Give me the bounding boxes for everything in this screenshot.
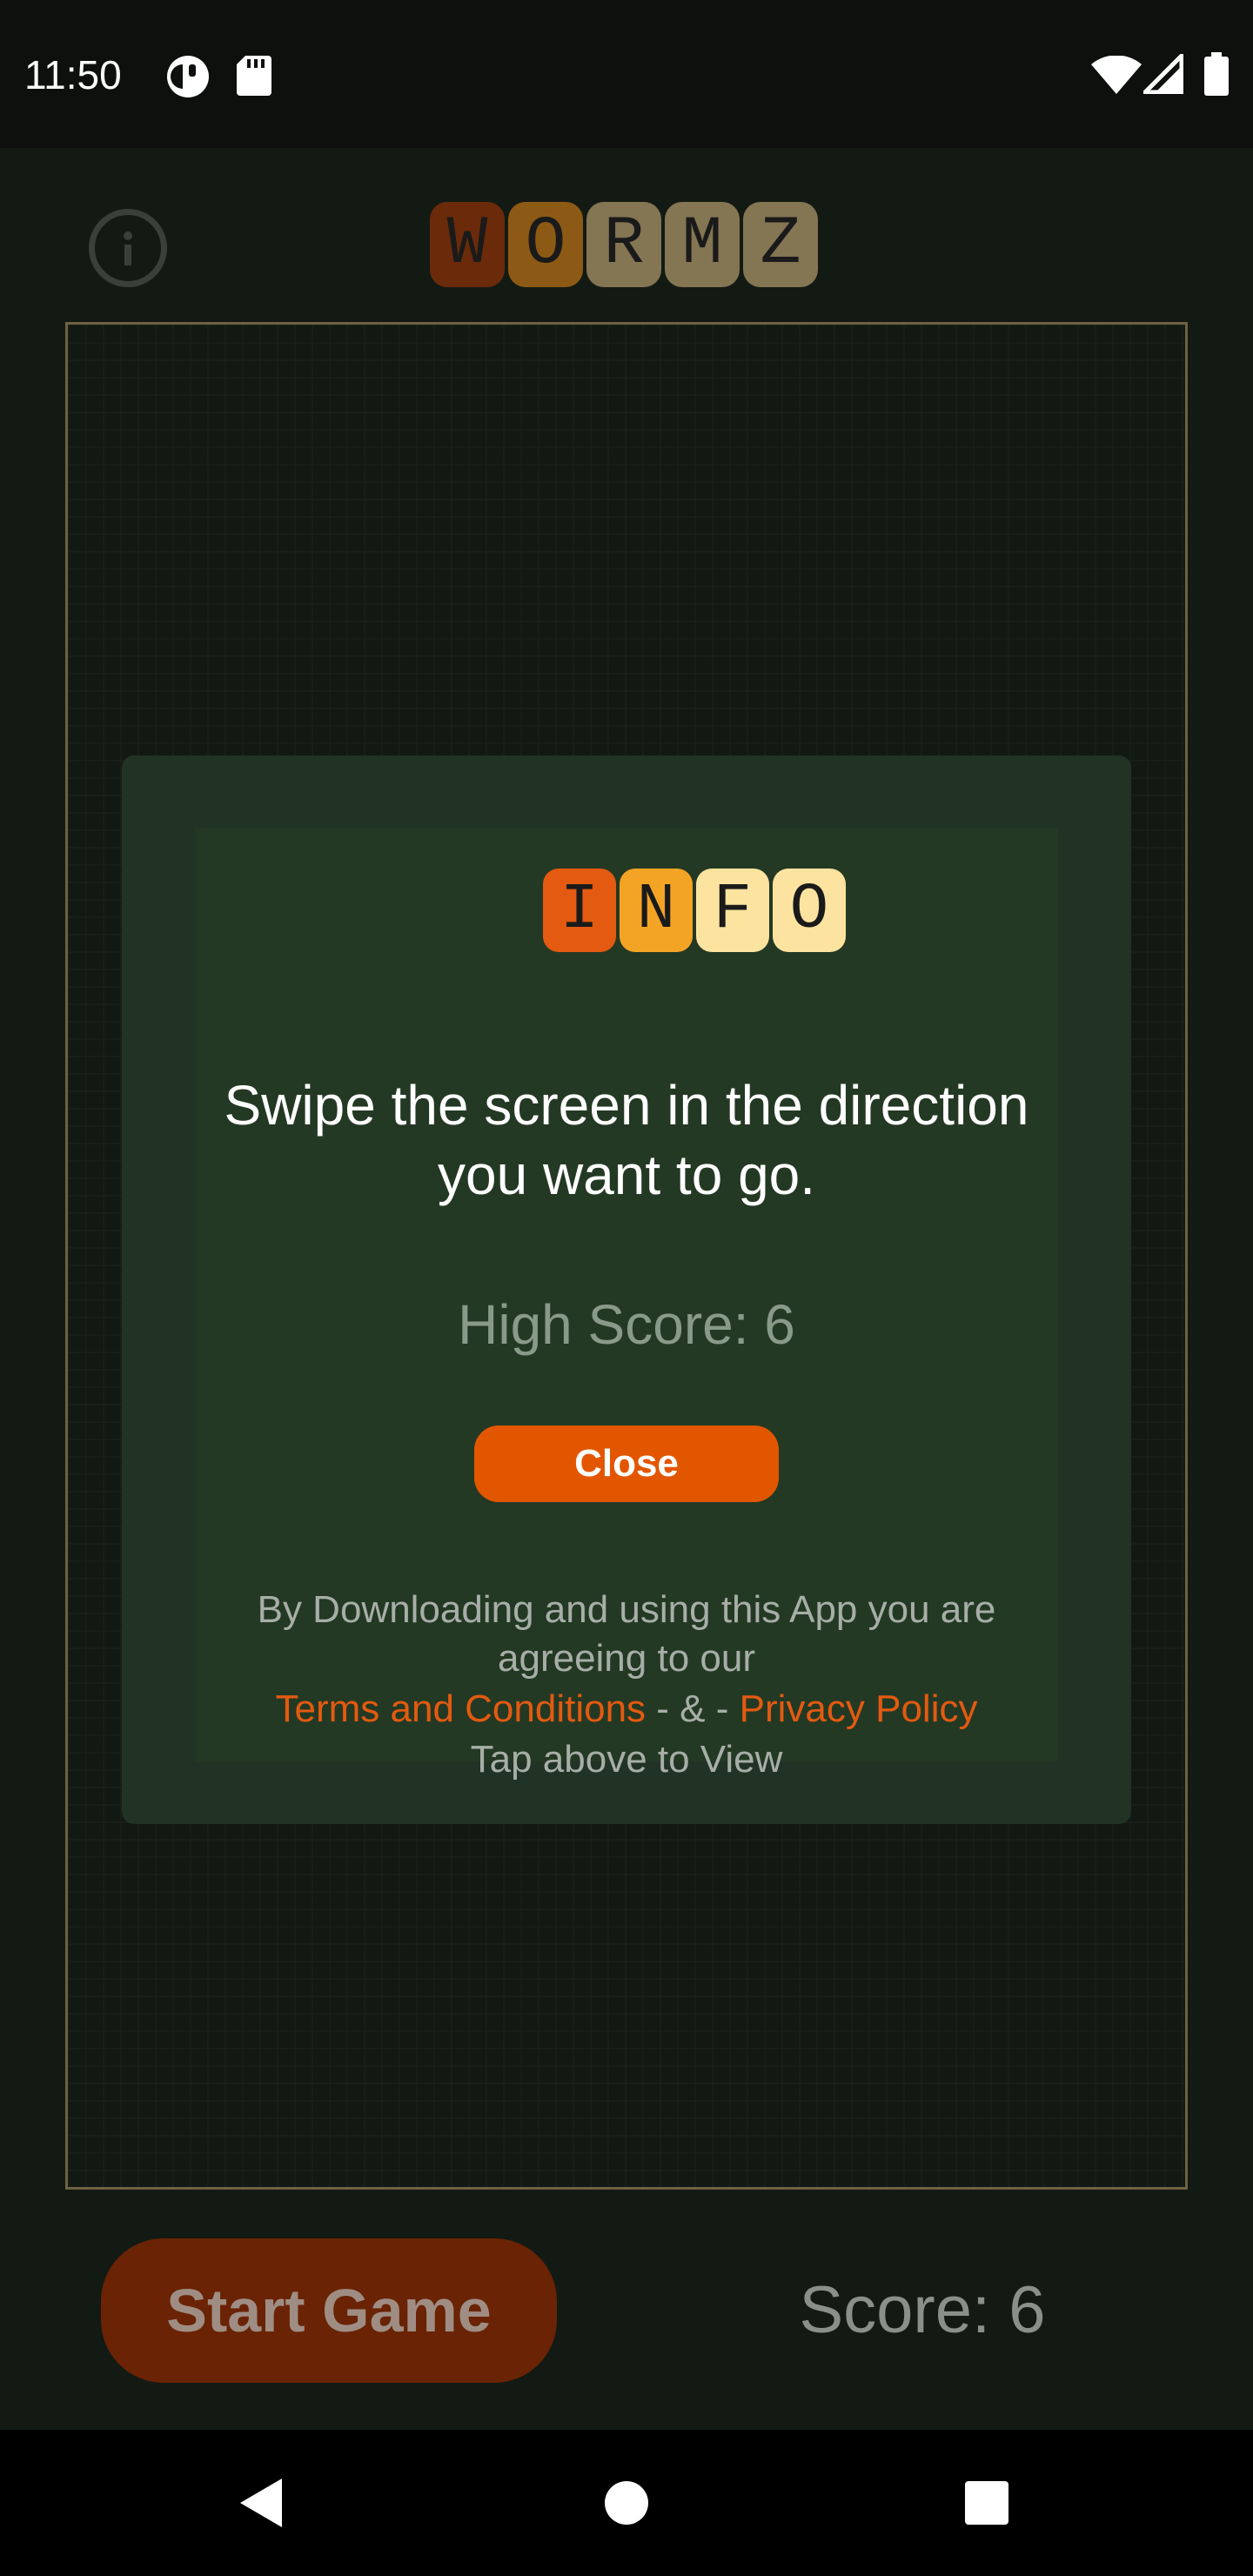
logo-tile-m: M: [665, 202, 740, 287]
info-tile-f: F: [696, 869, 769, 952]
legal-text: By Downloading and using this App you ar…: [257, 1588, 996, 1680]
score-text: Score: 6: [799, 2273, 1046, 2347]
battery-icon: [1204, 52, 1229, 100]
info-title-logo: INFO: [543, 869, 846, 952]
info-circle-icon: [124, 231, 132, 265]
status-bar: 11:50: [0, 0, 1253, 148]
close-button[interactable]: Close: [474, 1426, 779, 1502]
high-score-text: High Score: 6: [458, 1293, 795, 1356]
logo-tile-r: R: [586, 202, 661, 287]
terms-link[interactable]: Terms and Conditions: [276, 1687, 647, 1730]
home-button[interactable]: [592, 2430, 661, 2576]
back-button[interactable]: [226, 2430, 296, 2576]
cell-signal-icon: [1139, 50, 1184, 98]
link-separator: - & -: [646, 1687, 740, 1730]
tap-hint-text: Tap above to View: [470, 1738, 783, 1781]
logo-tile-w: W: [430, 202, 505, 287]
navigation-bar: [0, 2430, 1253, 2576]
home-icon: [605, 2481, 648, 2525]
recents-button[interactable]: [952, 2430, 1022, 2576]
info-tile-i: I: [543, 869, 616, 952]
info-tile-n: N: [620, 869, 693, 952]
legal-links: Terms and Conditions - & - Privacy Polic…: [195, 1683, 1058, 1735]
wifi-icon: [1091, 55, 1142, 98]
info-tile-o: O: [773, 869, 846, 952]
wormz-logo: WORMZ: [430, 202, 818, 287]
start-game-button[interactable]: Start Game: [101, 2238, 557, 2383]
logo-tile-o: O: [508, 202, 583, 287]
recents-icon: [965, 2481, 1008, 2525]
instruction-text: Swipe the screen in the direction you wa…: [224, 1074, 1029, 1206]
info-dialog: INFO Swipe the screen in the direction y…: [122, 755, 1131, 1824]
info-dialog-content: INFO Swipe the screen in the direction y…: [195, 828, 1058, 1781]
back-icon: [240, 2479, 282, 2527]
privacy-link[interactable]: Privacy Policy: [740, 1687, 978, 1730]
data-saver-icon: [165, 54, 211, 104]
legal-notice: By Downloading and using this App you ar…: [195, 1586, 1058, 1784]
info-button[interactable]: [89, 209, 167, 287]
sd-card-icon: [237, 54, 271, 100]
logo-tile-z: Z: [743, 202, 818, 287]
status-time: 11:50: [24, 52, 122, 97]
